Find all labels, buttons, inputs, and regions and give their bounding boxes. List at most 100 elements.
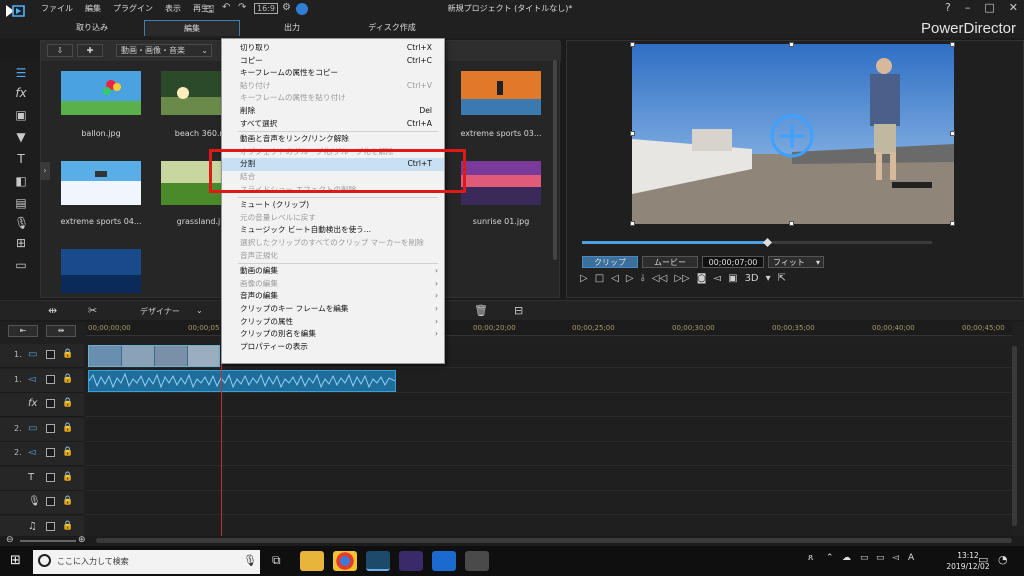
menu-edit[interactable]: 編集 — [84, 3, 102, 14]
split-scissors-icon[interactable]: ✂ — [88, 304, 97, 317]
maximize-button[interactable]: □ — [984, 1, 994, 14]
track-lane[interactable] — [86, 393, 1012, 417]
transition-room-icon[interactable]: ◧ — [14, 174, 28, 188]
task-view-icon[interactable]: ⧉ — [272, 553, 281, 568]
resize-handle[interactable] — [950, 131, 955, 136]
tab-edit[interactable]: 編集 — [144, 20, 240, 36]
trash-icon[interactable]: 🗑 — [474, 304, 488, 317]
thumbnail-extreme-sports-03[interactable] — [461, 71, 541, 115]
context-menu-item[interactable]: クリップのキー フレームを編集 › — [222, 303, 444, 316]
undock-icon[interactable]: ⇱ — [778, 273, 786, 284]
external-display-icon[interactable]: ▣ — [728, 273, 737, 284]
people-icon[interactable]: ጸ — [808, 553, 813, 563]
designer-dropdown[interactable]: デザイナー — [140, 306, 180, 317]
microphone-icon[interactable]: 🎙 — [243, 554, 257, 567]
tab-output[interactable]: 出力 — [244, 20, 340, 36]
plugin-button[interactable]: ✚ — [77, 44, 103, 57]
snapshot-icon[interactable]: ◙ — [697, 273, 707, 284]
context-menu-item[interactable]: 動画と音声をリンク/リンク解除 — [222, 133, 444, 146]
minimize-button[interactable]: – — [965, 1, 971, 14]
action-center-icon[interactable]: ▭ — [978, 553, 988, 566]
context-menu-item[interactable]: クリップの別名を編集 › — [222, 328, 444, 341]
context-menu-item[interactable]: プロパティーの表示 — [222, 341, 444, 354]
video-clip[interactable] — [88, 345, 220, 367]
taskbar-search-box[interactable]: ここに入力して検索 — [33, 550, 260, 574]
thumbnail-extreme-sports-04[interactable] — [61, 161, 141, 205]
pip-room-icon[interactable]: ▣ — [14, 108, 28, 122]
menu-view[interactable]: 表示 — [164, 3, 182, 14]
fit-timeline-button[interactable]: ⇹ — [46, 325, 76, 337]
thumbnail-blue-sky[interactable] — [61, 249, 141, 293]
wifi-icon[interactable]: ◔ — [998, 553, 1008, 566]
particle-room-icon[interactable]: ▼ — [14, 130, 28, 144]
track-lane[interactable] — [86, 466, 1012, 491]
menu-file[interactable]: ファイル — [40, 3, 74, 14]
track-manager-button[interactable]: ⇤ — [8, 325, 38, 337]
expand-panel-button[interactable]: › — [40, 162, 50, 180]
audio-clip[interactable] — [88, 370, 396, 392]
app-icon[interactable] — [465, 551, 489, 571]
context-menu-item[interactable]: キーフレームの属性をコピー — [222, 67, 444, 80]
context-menu-item[interactable]: 切り取り Ctrl+X — [222, 42, 444, 55]
timeline-vertical-scrollbar[interactable] — [1012, 346, 1017, 526]
track-lock-icon[interactable]: 🔒 — [62, 521, 73, 531]
previous-frame-icon[interactable]: ◁ — [611, 273, 619, 284]
fx-room-icon[interactable]: fx — [14, 86, 28, 100]
track-enable-checkbox[interactable] — [46, 350, 55, 359]
context-menu-item[interactable]: 音声の編集 › — [222, 290, 444, 303]
zoom-in-icon[interactable]: ⊕ — [78, 535, 86, 545]
chrome-icon[interactable] — [333, 551, 357, 571]
resize-handle[interactable] — [950, 221, 955, 226]
split-marker-icon[interactable]: ⫰ — [641, 273, 645, 284]
network-icon[interactable]: ▭ — [876, 553, 885, 563]
title-room-icon[interactable]: T — [14, 152, 28, 166]
track-enable-checkbox[interactable] — [46, 423, 55, 433]
chapter-room-icon[interactable]: ⊞ — [14, 236, 28, 250]
context-menu-item[interactable]: すべて選択 Ctrl+A — [222, 118, 444, 131]
track-enable-checkbox[interactable] — [46, 448, 55, 457]
context-menu-item[interactable]: ミュート (クリップ) — [222, 199, 444, 212]
tab-disc[interactable]: ディスク作成 — [344, 20, 440, 36]
next-frame-icon[interactable]: ▷ — [626, 273, 634, 284]
settings-gear-icon[interactable]: ⚙ — [282, 2, 291, 13]
save-icon[interactable]: 🖫 — [206, 2, 215, 19]
help-button[interactable]: ? — [945, 1, 951, 14]
track-enable-checkbox[interactable] — [46, 497, 55, 506]
resize-handle[interactable] — [789, 221, 794, 226]
undo-icon[interactable]: ↶ — [222, 2, 230, 13]
zoom-slider[interactable] — [20, 540, 76, 542]
volume-icon[interactable]: ◅ — [713, 273, 721, 284]
close-button[interactable]: ✕ — [1009, 1, 1018, 14]
resize-handle[interactable] — [630, 42, 635, 47]
resize-handle[interactable] — [630, 131, 635, 136]
timeline-scrollbar[interactable] — [96, 538, 1012, 543]
aspect-ratio-icon[interactable]: 16:9 — [254, 3, 278, 14]
context-menu-item[interactable]: ミュージック ビート自動検出を使う... — [222, 224, 444, 237]
track-lock-icon[interactable]: 🔒 — [62, 447, 73, 457]
volume-icon[interactable]: ◅ — [892, 553, 899, 563]
track-enable-checkbox[interactable] — [46, 521, 55, 531]
battery-icon[interactable]: ▭ — [860, 553, 869, 563]
thumbnail-sunrise-01[interactable] — [461, 161, 541, 205]
subtitle-room-icon[interactable]: ▭ — [14, 258, 28, 272]
track-lane[interactable] — [86, 417, 1012, 442]
track-lock-icon[interactable]: 🔒 — [62, 496, 73, 506]
track-enable-checkbox[interactable] — [46, 374, 55, 384]
menu-plugin[interactable]: プラグイン — [112, 3, 154, 14]
tab-import[interactable]: 取り込み — [44, 20, 140, 36]
redo-icon[interactable]: ↷ — [238, 2, 246, 13]
ime-indicator[interactable]: A — [908, 553, 914, 563]
tray-chevron-up-icon[interactable]: ⌃ — [826, 553, 834, 563]
voice-record-icon[interactable]: 🎙 — [14, 216, 29, 230]
powerdirector-taskbar-icon[interactable] — [366, 551, 390, 571]
import-media-button[interactable]: ⇩ — [47, 44, 73, 57]
track-enable-checkbox[interactable] — [46, 399, 55, 408]
thumbnail-ballon[interactable] — [61, 71, 141, 115]
track-lock-icon[interactable]: 🔒 — [62, 349, 73, 359]
track-lock-icon[interactable]: 🔒 — [62, 472, 73, 482]
edge-icon[interactable] — [432, 551, 456, 571]
zoom-fit-select[interactable]: フィット ▾ — [768, 256, 824, 268]
chevron-down-icon[interactable]: ⌄ — [196, 306, 203, 315]
rewind-icon[interactable]: ◁◁ — [652, 273, 667, 284]
resize-handle[interactable] — [950, 42, 955, 47]
